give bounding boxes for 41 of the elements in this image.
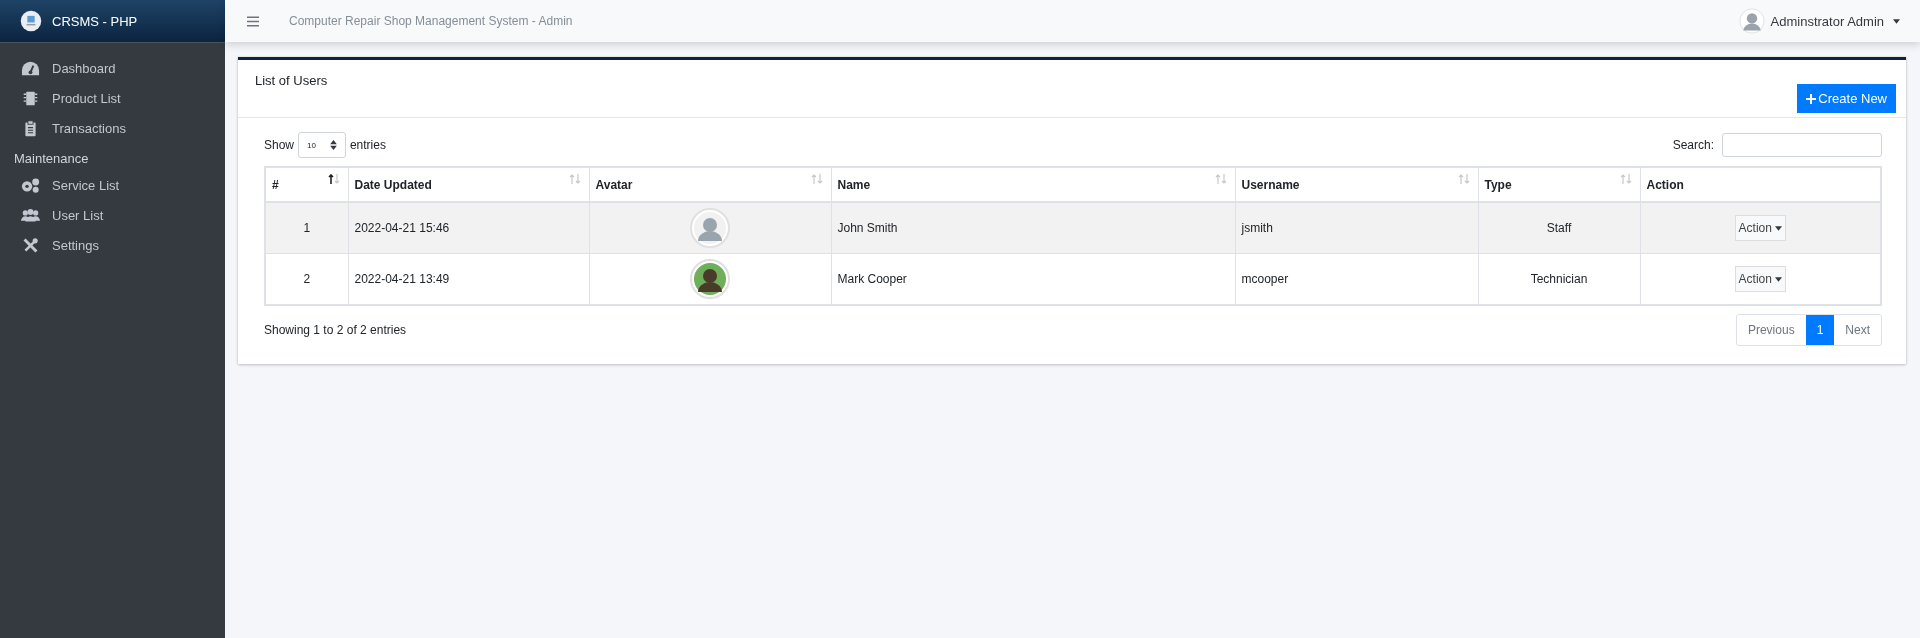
card-title: List of Users — [255, 73, 328, 88]
gears-icon — [21, 176, 40, 194]
users-icon — [21, 206, 40, 224]
table-info: Showing 1 to 2 of 2 entries — [264, 323, 407, 337]
menu-icon[interactable] — [247, 15, 259, 27]
avatar-icon — [690, 259, 730, 299]
sidebar-item[interactable]: Product List — [0, 83, 225, 113]
table-cell: John Smith — [831, 202, 1235, 254]
table-cell: 1 — [265, 202, 348, 254]
table-cell: Staff — [1478, 202, 1640, 254]
brand-title: CRSMS - PHP — [52, 13, 138, 29]
entries-select[interactable]: 10 — [298, 132, 346, 158]
plus-icon — [1806, 93, 1817, 104]
show-label: Show — [264, 138, 295, 152]
caret-icon — [1774, 225, 1782, 231]
avatar-icon — [690, 208, 730, 248]
user-menu[interactable]: Adminstrator Admin — [1738, 8, 1900, 34]
entries-label: entries — [349, 138, 386, 152]
tools-icon — [21, 236, 40, 254]
table-cell: jsmith — [1235, 202, 1478, 254]
caret-icon — [1774, 276, 1782, 282]
create-new-button[interactable]: Create New — [1797, 84, 1896, 113]
search-label: Search: — [1672, 138, 1714, 152]
action-dropdown-button[interactable]: Action — [1734, 266, 1786, 292]
nav-section-header: Maintenance — [13, 150, 90, 168]
gauge-icon — [21, 59, 40, 77]
sidebar-item[interactable]: User List — [0, 200, 225, 230]
search-field[interactable] — [1722, 133, 1882, 157]
table-cell: 2022-04-21 15:46 — [348, 202, 589, 254]
logo-icon — [20, 10, 42, 32]
sidebar-item[interactable]: Transactions — [0, 113, 225, 143]
avatar-icon — [1738, 8, 1765, 34]
sidebar-item[interactable]: Service List — [0, 170, 225, 200]
sidebar-item[interactable]: Settings — [0, 230, 225, 260]
app-title: Computer Repair Shop Management System - Admin — [289, 14, 573, 28]
sidebar-item[interactable]: Dashboard — [0, 53, 225, 83]
pagination-button[interactable]: 1 — [1805, 315, 1835, 345]
action-dropdown-button[interactable]: Action — [1734, 215, 1786, 241]
chip-icon — [21, 89, 40, 107]
updown-icon — [329, 140, 337, 150]
caret-icon — [1893, 18, 1900, 24]
